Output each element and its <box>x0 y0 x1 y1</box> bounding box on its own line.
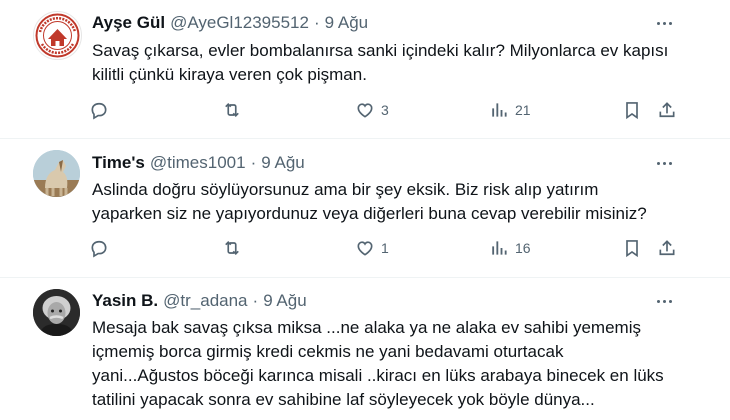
timestamp[interactable]: 9 Ağu <box>261 153 305 173</box>
like-icon <box>357 103 373 118</box>
bookmark-button[interactable] <box>622 98 642 122</box>
view-count: 21 <box>515 102 531 118</box>
more-icon <box>657 162 660 165</box>
tweet-text: Aslinda doğru söylüyorsunuz ama bir şey … <box>92 178 692 226</box>
tweet-header: Ayşe Gül @AyeGl12395512 · 9 Ağu <box>92 13 368 33</box>
tweet-actions: 3 21 <box>0 98 730 122</box>
views-button[interactable]: 16 <box>489 236 531 260</box>
tweet-header: Time's @times1001 · 9 Ağu <box>92 153 305 173</box>
tweet-actions: 1 16 <box>0 236 730 260</box>
horse-photo-icon <box>33 150 80 197</box>
retweet-icon <box>225 102 239 118</box>
tweet-3[interactable]: Yasin B. @tr_adana · 9 Ağu Mesaja bak sa… <box>0 278 730 420</box>
share-button[interactable] <box>657 98 677 122</box>
bookmark-icon <box>626 102 638 120</box>
share-icon <box>659 102 675 118</box>
reply-icon <box>91 240 107 258</box>
like-icon <box>357 241 373 256</box>
views-icon <box>492 103 507 117</box>
tweet-header: Yasin B. @tr_adana · 9 Ağu <box>92 291 307 311</box>
views-button[interactable]: 21 <box>489 98 531 122</box>
avatar[interactable] <box>33 289 80 336</box>
author-handle[interactable]: @AyeGl12395512 <box>170 13 309 33</box>
tweet-text-line: tatilini yapacak sonra ev sahibine laf s… <box>92 390 595 409</box>
like-count: 1 <box>381 240 389 256</box>
reply-button[interactable] <box>89 236 109 260</box>
more-options-button[interactable] <box>652 291 678 311</box>
share-icon <box>659 240 675 256</box>
views-icon <box>492 241 507 255</box>
tweet-text-line: içmemiş borca girmiş kredi cekmis ne yan… <box>92 342 564 361</box>
retweet-button[interactable] <box>222 98 242 122</box>
author-name[interactable]: Time's <box>92 153 145 173</box>
author-name[interactable]: Yasin B. <box>92 291 158 311</box>
timestamp[interactable]: 9 Ağu <box>325 13 369 33</box>
separator-dot: · <box>252 291 259 310</box>
tweet-text-line: Savaş çıkarsa, evler bombalanırsa sanki … <box>92 41 669 60</box>
avatar[interactable] <box>33 11 82 60</box>
tweet-text-line: Aslinda doğru söylüyorsunuz ama bir şey … <box>92 180 599 199</box>
separator-dot: · <box>313 13 320 32</box>
bookmark-button[interactable] <box>622 236 642 260</box>
tweet-text-line: yaparken siz ne yapıyordunuz veya diğerl… <box>92 204 647 223</box>
separator-dot: · <box>250 153 257 172</box>
tweet-text-line: Mesaja bak savaş çıksa miksa ...ne alaka… <box>92 318 641 337</box>
more-icon <box>657 22 660 25</box>
portrait-photo-icon <box>33 289 80 336</box>
view-count: 16 <box>515 240 531 256</box>
avatar[interactable] <box>33 150 80 197</box>
tweet-2[interactable]: Time's @times1001 · 9 Ağu Aslinda doğru … <box>0 139 730 277</box>
retweet-icon <box>225 240 239 256</box>
reply-icon <box>91 102 107 120</box>
like-button[interactable]: 1 <box>355 236 389 260</box>
more-icon <box>657 300 660 303</box>
tweet-1[interactable]: Ayşe Gül @AyeGl12395512 · 9 Ağu Savaş çı… <box>0 0 730 138</box>
author-handle[interactable]: @tr_adana <box>163 291 247 311</box>
share-button[interactable] <box>657 236 677 260</box>
tweet-text-line: yani...Ağustos böceği karınca misali ..k… <box>92 366 664 385</box>
association-logo-icon <box>35 13 80 58</box>
bookmark-icon <box>626 240 638 258</box>
more-options-button[interactable] <box>652 13 678 33</box>
tweet-text: Mesaja bak savaş çıksa miksa ...ne alaka… <box>92 316 702 412</box>
tweet-text-line: kilitli çünkü kiraya veren çok pişman. <box>92 65 367 84</box>
tweet-text: Savaş çıkarsa, evler bombalanırsa sanki … <box>92 39 692 87</box>
retweet-button[interactable] <box>222 236 242 260</box>
timestamp[interactable]: 9 Ağu <box>263 291 307 311</box>
like-count: 3 <box>381 102 389 118</box>
like-button[interactable]: 3 <box>355 98 389 122</box>
author-handle[interactable]: @times1001 <box>150 153 246 173</box>
more-options-button[interactable] <box>652 153 678 173</box>
author-name[interactable]: Ayşe Gül <box>92 13 165 33</box>
reply-button[interactable] <box>89 98 109 122</box>
